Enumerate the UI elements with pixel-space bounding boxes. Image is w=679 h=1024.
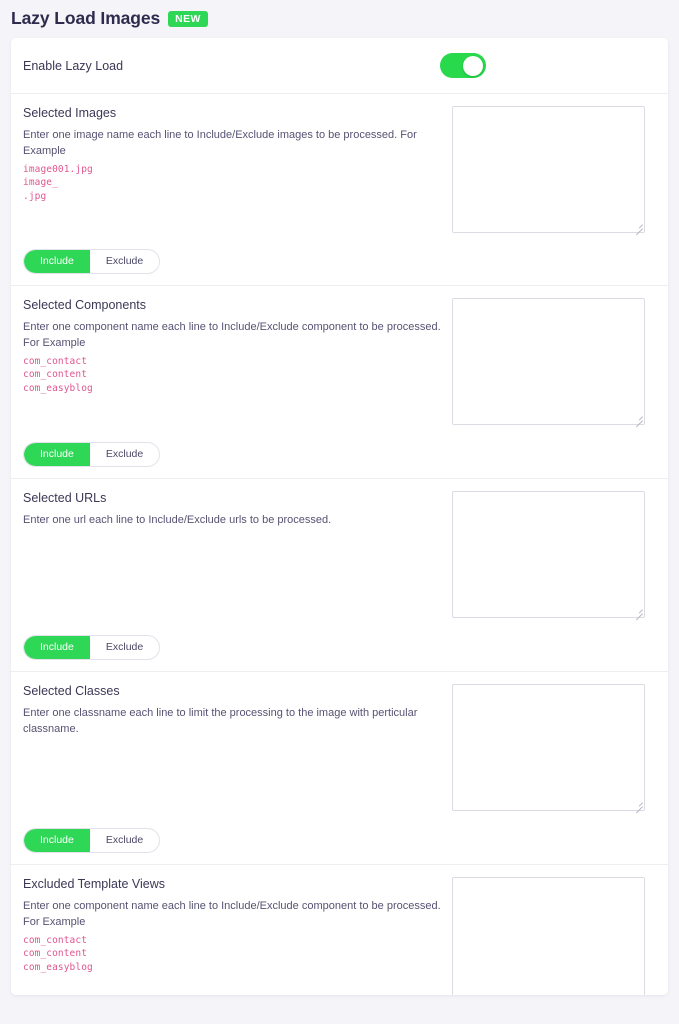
exclude-button[interactable]: Exclude [90,443,159,466]
settings-blocks: Selected Images Enter one image name each… [11,94,668,995]
block-description: Enter one url each line to Include/Exclu… [23,514,332,526]
resize-handle-icon[interactable] [632,220,643,231]
setting-block: Selected Components Enter one component n… [11,286,668,479]
lazy-load-settings-page: Lazy Load Images NEW Enable Lazy Load Se… [0,0,679,1024]
segmented-control: Include Exclude [23,828,161,853]
block-description: Enter one image name each line to Includ… [23,129,417,157]
include-button[interactable]: Include [24,636,90,659]
include-exclude-control: Include Exclude [23,249,161,274]
enable-lazy-load-row: Enable Lazy Load [11,38,668,94]
block-description: Enter one component name each line to In… [23,321,441,349]
exclude-button[interactable]: Exclude [90,829,159,852]
page-header: Lazy Load Images NEW [0,0,679,38]
include-exclude-control: Include Exclude [23,828,161,853]
resize-handle-icon[interactable] [632,991,643,995]
value-textarea[interactable] [452,877,645,995]
block-description: Enter one classname each line to limit t… [23,707,418,735]
resize-handle-icon[interactable] [632,605,643,616]
setting-block: Selected Images Enter one image name each… [11,94,668,286]
exclude-button[interactable]: Exclude [90,250,159,273]
settings-card: Enable Lazy Load Selected Images Enter on… [11,38,668,995]
segmented-control: Include Exclude [23,442,161,467]
resize-handle-icon[interactable] [632,412,643,423]
include-button[interactable]: Include [24,250,90,273]
setting-block: Excluded Template Views Enter one compone… [11,865,668,995]
enable-lazy-load-label: Enable Lazy Load [23,58,124,73]
segmented-control: Include Exclude [23,249,161,274]
toggle-knob [463,55,483,76]
enable-lazy-load-toggle[interactable] [440,53,486,78]
value-textarea[interactable] [452,106,645,233]
setting-block: Selected Classes Enter one classname each… [11,672,668,865]
setting-block: Selected URLs Enter one url each line to … [11,479,668,672]
exclude-button[interactable]: Exclude [90,636,159,659]
segmented-control: Include Exclude [23,635,161,660]
page-title: Lazy Load Images [11,8,161,29]
value-textarea[interactable] [452,491,645,618]
block-description: Enter one component name each line to In… [23,900,441,928]
include-exclude-control: Include Exclude [23,442,161,467]
include-button[interactable]: Include [24,443,90,466]
value-textarea[interactable] [452,298,645,425]
new-badge: NEW [168,10,208,28]
resize-handle-icon[interactable] [632,798,643,809]
value-textarea[interactable] [452,684,645,811]
include-exclude-control: Include Exclude [23,635,161,660]
include-button[interactable]: Include [24,829,90,852]
